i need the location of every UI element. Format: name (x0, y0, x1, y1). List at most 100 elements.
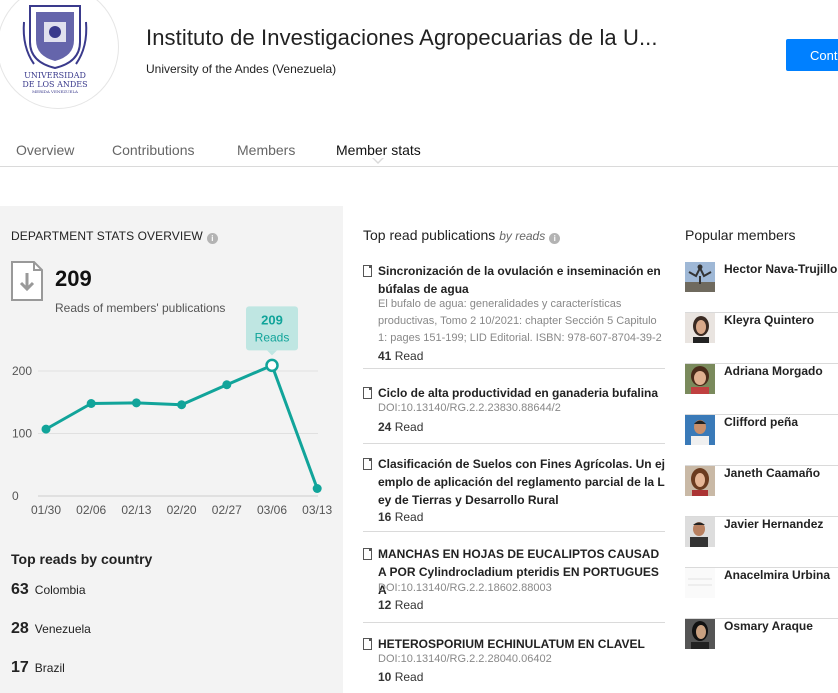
tab-member-stats[interactable]: Member stats (336, 142, 421, 158)
avatar[interactable] (685, 568, 715, 598)
x-tick-label: 02/13 (121, 503, 151, 517)
member-name[interactable]: Adriana Morgado (724, 364, 823, 378)
total-reads-value: 209 (55, 266, 92, 291)
publication-meta: DOI:10.13140/RG.2.2.28040.06402 (378, 653, 552, 665)
avatar[interactable] (685, 262, 715, 292)
member-item[interactable]: Adriana Morgado (685, 364, 838, 415)
member-item[interactable]: Clifford peña (685, 415, 838, 466)
x-tick-label: 02/27 (212, 503, 242, 517)
avatar[interactable] (685, 364, 715, 394)
document-icon (363, 638, 372, 650)
stats-heading-label: DEPARTMENT STATS OVERVIEW (11, 229, 203, 243)
avatar[interactable] (685, 466, 715, 496)
data-point (222, 380, 232, 390)
publication-reads: 16 Read (378, 510, 423, 524)
member-item[interactable]: Kleyra Quintero (685, 313, 838, 364)
country-row: 17 Brazil (11, 659, 65, 677)
publication-reads-label: Read (394, 349, 424, 363)
info-icon[interactable]: i (549, 233, 561, 244)
member-name[interactable]: Kleyra Quintero (724, 313, 814, 327)
logo-text-line-3: MERIDA VENEZUELA (32, 89, 78, 94)
country-name: Venezuela (34, 622, 91, 636)
member-item[interactable]: Janeth Caamaño (685, 466, 838, 517)
x-tick-label: 02/20 (167, 503, 197, 517)
members-heading: Popular members (685, 227, 796, 243)
publication-reads-label: Read (394, 420, 424, 434)
info-icon[interactable]: i (206, 233, 218, 244)
publication-reads-count: 16 (378, 510, 392, 524)
avatar[interactable] (685, 415, 715, 445)
publication-item[interactable]: Clasificación de Suelos con Fines Agríco… (363, 455, 665, 532)
publication-title[interactable]: Clasificación de Suelos con Fines Agríco… (378, 455, 665, 509)
publication-reads: 24 Read (378, 420, 423, 434)
publication-reads-count: 41 (378, 349, 392, 363)
member-name[interactable]: Anacelmira Urbina (724, 568, 830, 582)
highlighted-data-point (265, 358, 279, 373)
member-name[interactable]: Hector Nava-Trujillo (724, 262, 837, 276)
data-point (177, 400, 187, 410)
member-item[interactable]: Javier Hernandez (685, 517, 838, 568)
document-icon (363, 458, 372, 470)
publication-reads: 10 Read (378, 670, 423, 684)
x-tick-label: 03/13 (302, 503, 332, 517)
y-tick-label: 200 (12, 364, 32, 378)
page-title: Instituto de Investigaciones Agropecuari… (146, 25, 658, 50)
publication-reads-label: Read (394, 510, 424, 524)
data-point (41, 424, 51, 434)
tab-bar: Overview Contributions Members Member st… (0, 131, 838, 167)
data-point (131, 398, 141, 408)
country-row: 28 Venezuela (11, 620, 91, 638)
publication-reads-label: Read (394, 598, 424, 612)
parent-institution-link[interactable]: University of the Andes (Venezuela) (146, 62, 336, 76)
university-seal-icon: UNIVERSIDAD DE LOS ANDES MERIDA VENEZUEL… (22, 5, 88, 94)
logo-text-line-2: DE LOS ANDES (22, 80, 87, 89)
active-tab-indicator (372, 157, 384, 164)
publication-item[interactable]: MANCHAS EN HOJAS DE EUCALIPTOS CAUSADA P… (363, 545, 665, 623)
tab-contributions[interactable]: Contributions (112, 142, 195, 158)
publication-title[interactable]: Sincronización de la ovulación e insemin… (378, 262, 665, 298)
member-item[interactable]: Anacelmira Urbina (685, 568, 838, 619)
member-item[interactable]: Osmary Araque (685, 619, 838, 670)
tab-members[interactable]: Members (237, 142, 295, 158)
publication-reads-count: 10 (378, 670, 392, 684)
member-name[interactable]: Javier Hernandez (724, 517, 823, 531)
logo-text-line-1: UNIVERSIDAD (24, 71, 86, 80)
tab-overview[interactable]: Overview (16, 142, 74, 158)
avatar[interactable] (685, 619, 715, 649)
x-tick-label: 01/30 (31, 503, 61, 517)
publications-heading: Top read publications by reads i (363, 227, 561, 244)
country-count: 63 (11, 581, 29, 598)
publication-item[interactable]: Sincronización de la ovulación e insemin… (363, 262, 665, 369)
university-logo[interactable]: UNIVERSIDAD DE LOS ANDES MERIDA VENEZUEL… (0, 0, 118, 108)
y-tick-label: 0 (12, 489, 19, 503)
chart-tooltip-pointer (267, 350, 277, 356)
publication-reads: 41 Read (378, 349, 423, 363)
member-name[interactable]: Osmary Araque (724, 619, 813, 633)
member-name[interactable]: Clifford peña (724, 415, 798, 429)
document-icon (363, 265, 372, 277)
avatar[interactable] (685, 313, 715, 343)
x-tick-label: 03/06 (257, 503, 287, 517)
document-icon (363, 548, 372, 560)
download-document-icon (11, 261, 43, 301)
y-tick-label: 100 (12, 427, 32, 441)
data-point (86, 399, 96, 408)
member-item[interactable]: Hector Nava-Trujillo (685, 262, 838, 313)
reads-line-chart[interactable]: 0 100 200 01/30 02/06 02/13 02/20 02/27 03/06 03/… (0, 306, 343, 526)
tooltip-label: Reads (255, 330, 290, 344)
publication-item[interactable]: HETEROSPORIUM ECHINULATUM EN CLAVEL DOI:… (363, 635, 665, 693)
department-stats-panel: DEPARTMENT STATS OVERVIEW i 209 Reads of … (0, 206, 343, 693)
avatar[interactable] (685, 517, 715, 547)
tooltip-value: 209 (261, 312, 283, 327)
publications-heading-label: Top read publications (363, 227, 496, 243)
country-count: 28 (11, 620, 29, 637)
follow-button[interactable]: Cont (786, 39, 838, 71)
publication-reads-count: 24 (378, 420, 392, 434)
publication-reads-count: 12 (378, 598, 392, 612)
member-name[interactable]: Janeth Caamaño (724, 466, 820, 480)
publication-meta: El bufalo de agua: generalidades y carac… (378, 298, 662, 344)
publication-item[interactable]: Ciclo de alta productividad en ganaderia… (363, 384, 665, 444)
country-heading: Top reads by country (11, 551, 153, 567)
publication-meta: DOI:10.13140/RG.2.2.23830.88644/2 (378, 402, 561, 414)
page-header: UNIVERSIDAD DE LOS ANDES MERIDA VENEZUEL… (0, 0, 838, 125)
